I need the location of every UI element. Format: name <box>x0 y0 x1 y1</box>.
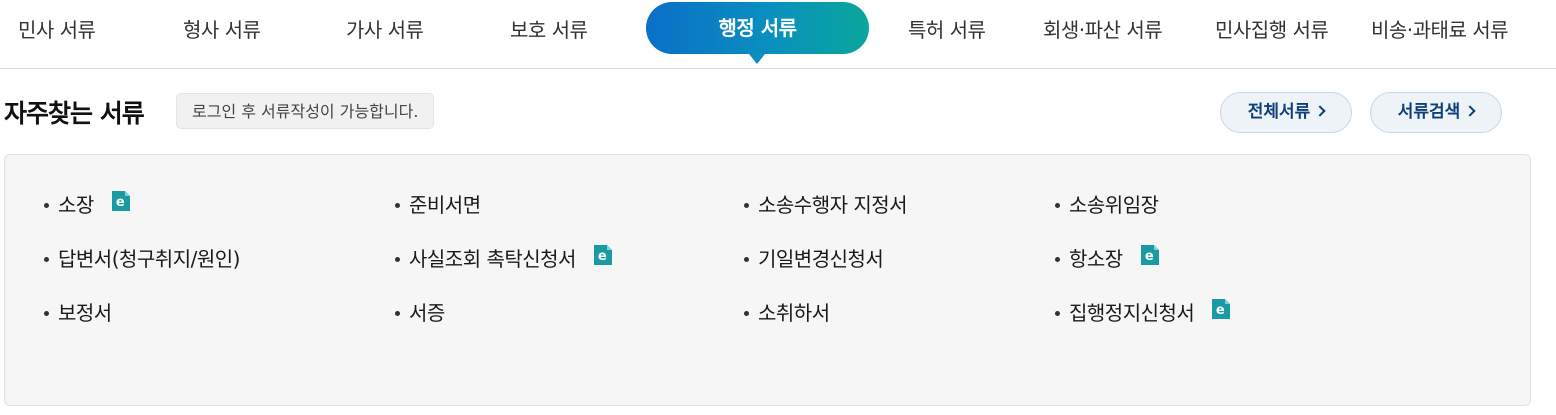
tab-noncontentious-fine[interactable]: 비송·과태료 서류 <box>1371 14 1509 43</box>
bullet <box>744 203 749 208</box>
doc-link[interactable]: 집행정지신청서 e <box>1055 298 1231 325</box>
tab-family[interactable]: 가사 서류 <box>346 14 424 43</box>
document-search-label: 서류검색 <box>1397 102 1461 122</box>
bullet <box>1055 257 1060 262</box>
bullet <box>395 257 400 262</box>
bullet <box>395 203 400 208</box>
chevron-right-icon <box>1314 105 1326 117</box>
doc-link[interactable]: 준비서면 <box>395 193 481 217</box>
all-documents-label: 전체서류 <box>1247 102 1311 122</box>
tab-civil-execution[interactable]: 민사집행 서류 <box>1215 14 1329 43</box>
login-notice: 로그인 후 서류작성이 가능합니다. <box>176 93 435 129</box>
svg-text:e: e <box>116 195 125 210</box>
bullet <box>44 311 49 316</box>
doc-label: 소송수행자 지정서 <box>758 193 908 217</box>
doc-link[interactable]: 기일변경신청서 <box>744 247 884 271</box>
doc-link[interactable]: 소송수행자 지정서 <box>744 193 908 217</box>
bullet <box>1055 311 1060 316</box>
doc-label: 소장 <box>58 193 94 217</box>
doc-link[interactable]: 보정서 <box>44 301 112 325</box>
bullet <box>44 257 49 262</box>
tab-civil[interactable]: 민사 서류 <box>18 14 96 43</box>
tab-protection[interactable]: 보호 서류 <box>510 14 588 43</box>
doc-label: 준비서면 <box>409 193 481 217</box>
doc-link[interactable]: 사실조회 촉탁신청서 e <box>395 244 612 271</box>
doc-label: 소송위임장 <box>1069 193 1159 217</box>
bullet <box>744 257 749 262</box>
doc-link[interactable]: 서증 <box>395 301 445 325</box>
doc-label: 사실조회 촉탁신청서 <box>409 247 576 271</box>
doc-label: 보정서 <box>58 301 112 325</box>
chevron-right-icon <box>1464 105 1476 117</box>
bullet <box>44 203 49 208</box>
doc-link[interactable]: 소송위임장 <box>1055 193 1159 217</box>
doc-link[interactable]: 소취하서 <box>744 301 830 325</box>
doc-label: 서증 <box>409 301 445 325</box>
doc-label: 기일변경신청서 <box>758 247 884 271</box>
e-document-icon: e <box>1212 298 1231 319</box>
tab-administrative[interactable]: 행정 서류 <box>646 2 869 64</box>
e-document-icon: e <box>593 244 612 265</box>
tab-rehabilitation-bankruptcy[interactable]: 회생·파산 서류 <box>1043 14 1163 43</box>
doc-label: 집행정지신청서 <box>1069 301 1195 325</box>
tab-criminal[interactable]: 형사 서류 <box>183 14 261 43</box>
bullet <box>744 311 749 316</box>
frequent-documents-panel <box>4 154 1531 406</box>
section-title: 자주찾는 서류 <box>4 99 145 128</box>
e-document-icon: e <box>111 190 130 211</box>
svg-text:e: e <box>598 249 607 264</box>
doc-label: 소취하서 <box>758 301 830 325</box>
bullet <box>395 311 400 316</box>
doc-label: 답변서(청구취지/원인) <box>58 247 240 271</box>
doc-label: 항소장 <box>1069 247 1123 271</box>
svg-text:e: e <box>1144 249 1153 264</box>
tab-patent[interactable]: 특허 서류 <box>908 14 986 43</box>
doc-link[interactable]: 답변서(청구취지/원인) <box>44 247 240 271</box>
doc-link[interactable]: 항소장 e <box>1055 244 1159 271</box>
bullet <box>1055 203 1060 208</box>
e-document-icon: e <box>1140 244 1159 265</box>
document-search-button[interactable]: 서류검색 <box>1370 92 1502 133</box>
doc-link[interactable]: 소장 e <box>44 190 130 217</box>
svg-text:e: e <box>1216 303 1225 318</box>
all-documents-button[interactable]: 전체서류 <box>1220 92 1352 133</box>
category-tabs: 민사 서류 형사 서류 가사 서류 보호 서류 행정 서류 특허 서류 회생·파… <box>0 0 1556 69</box>
